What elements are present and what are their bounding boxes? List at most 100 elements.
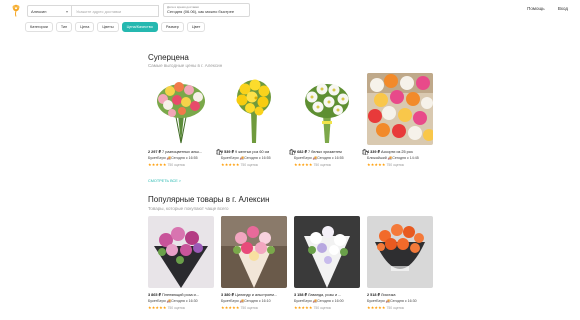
- product-name: 9 желтых роз 60 см: [235, 150, 270, 154]
- city-select[interactable]: Алексин ▾: [27, 5, 72, 17]
- shop-name[interactable]: БукетБери: [148, 299, 166, 303]
- filter-bar: Категории Тип Цена Цветы Цена/Качество Р…: [25, 22, 206, 32]
- login-link[interactable]: Вход: [558, 6, 568, 11]
- delivery-eta: Сегодня с 16:30: [171, 299, 198, 303]
- delivery-eta: Сегодня с 16:55: [171, 156, 198, 160]
- section-subtitle-popular: Товары, которые покупают чаще всего: [148, 206, 229, 211]
- delivery-eta: Сегодня с 16:30: [390, 299, 417, 303]
- header: Алексин ▾ Укажите адрес доставки Дата и …: [0, 0, 580, 19]
- product-name: 7 разноцветных альс...: [162, 150, 203, 154]
- filter-chip-price-quality[interactable]: Цена/Качество: [121, 22, 158, 32]
- flower-logo-icon[interactable]: [11, 4, 21, 17]
- product-shop-line: БукетБери 🚚Сегодня с 16:55: [221, 156, 287, 160]
- product-rating-line: ★★★★★ 750 оценок: [367, 305, 433, 310]
- city-value: Алексин: [31, 9, 47, 14]
- review-count: 750 оценок: [386, 306, 405, 310]
- filter-chip-price[interactable]: Цена: [75, 22, 95, 32]
- product-card[interactable]: 4 339 ₽ Ассорти из 25 роз Ближайший 🚚Сег…: [367, 73, 433, 167]
- delivery-eta: Сегодня с 16:10: [244, 299, 271, 303]
- shop-name[interactable]: БукетБери: [221, 299, 239, 303]
- product-photo[interactable]: [221, 216, 287, 288]
- product-rating-line: ★★★★★ 750 оценок: [367, 162, 433, 167]
- product-title-line: 2 539 ₽ 9 желтых роз 60 см: [221, 149, 287, 154]
- shop-name[interactable]: БукетБери: [221, 156, 239, 160]
- product-price: 2 297 ₽: [148, 150, 161, 154]
- filter-chip-size[interactable]: Размер: [160, 22, 184, 32]
- top-links: Помощь Вход: [515, 6, 568, 11]
- product-shop-line: БукетБери 🚚Сегодня с 16:00: [294, 299, 360, 303]
- product-name: 7 белых хризантем: [308, 150, 342, 154]
- delivery-value: Сегодня (06.06), как можно быстрее: [167, 9, 235, 14]
- product-photo[interactable]: [367, 73, 433, 145]
- product-shop-line: БукетБери 🚚Сегодня с 16:30: [148, 299, 214, 303]
- review-count: 750 оценок: [240, 306, 259, 310]
- filter-chip-type[interactable]: Тип: [55, 22, 73, 32]
- product-card[interactable]: 2 518 ₽ Лисичка БукетБери 🚚Сегодня с 16:…: [367, 216, 433, 310]
- product-card[interactable]: 3 865 ₽ Пленяющий роза и... БукетБери 🚚С…: [148, 216, 214, 310]
- star-rating: ★★★★★: [221, 306, 240, 310]
- product-rating-line: ★★★★★ 750 оценок: [148, 162, 214, 167]
- product-card[interactable]: 2 297 ₽ 7 разноцветных альс... БукетБери…: [148, 73, 223, 167]
- product-photo[interactable]: [148, 73, 214, 145]
- filter-chip-color[interactable]: Цвет: [186, 22, 206, 32]
- address-input[interactable]: Укажите адрес доставки: [72, 5, 159, 17]
- product-title-line: 3 865 ₽ Пленяющий роза и...: [148, 292, 214, 297]
- product-card[interactable]: 3 380 ₽ Цилиндр и альстроем... БукетБери…: [221, 216, 287, 310]
- product-rating-line: ★★★★★ 750 оценок: [294, 305, 360, 310]
- product-shop-line: БукетБери 🚚Сегодня с 16:10: [221, 299, 287, 303]
- product-title-line: 2 682 ₽ 7 белых хризантем: [294, 149, 360, 154]
- product-title-line: 2 518 ₽ Лисичка: [367, 292, 433, 297]
- product-photo[interactable]: [367, 216, 433, 288]
- product-photo[interactable]: [294, 73, 360, 145]
- shop-name[interactable]: Ближайший: [367, 156, 387, 160]
- product-title-line: 4 339 ₽ Ассорти из 25 роз: [367, 149, 433, 154]
- address-placeholder: Укажите адрес доставки: [76, 9, 122, 14]
- product-price: 3 865 ₽: [148, 293, 161, 297]
- shop-name[interactable]: БукетБери: [367, 299, 385, 303]
- review-count: 750 оценок: [240, 163, 259, 167]
- filter-chip-categories[interactable]: Категории: [25, 22, 53, 32]
- star-rating: ★★★★★: [367, 306, 386, 310]
- product-price: 4 339 ₽: [367, 150, 380, 154]
- product-shop-line: БукетБери 🚚Сегодня с 16:55: [294, 156, 360, 160]
- section-title-popular: Популярные товары в г. Алексин: [148, 195, 270, 204]
- product-title-line: 2 297 ₽ 7 разноцветных альс...: [148, 149, 214, 154]
- product-title-line: 3 380 ₽ Цилиндр и альстроем...: [221, 292, 287, 297]
- star-rating: ★★★★★: [294, 306, 313, 310]
- star-rating: ★★★★★: [221, 163, 240, 167]
- product-name: Лаванда, розы и ...: [308, 293, 342, 297]
- product-price: 3 158 ₽: [294, 293, 307, 297]
- product-price: 3 380 ₽: [221, 293, 234, 297]
- product-price: 2 682 ₽: [294, 150, 307, 154]
- delivery-time-select[interactable]: Дата и время доставки Сегодня (06.06), к…: [163, 3, 250, 17]
- shop-name[interactable]: БукетБери: [148, 156, 166, 160]
- product-rating-line: ★★★★★ 750 оценок: [148, 305, 214, 310]
- product-rating-line: ★★★★★ 750 оценок: [294, 162, 360, 167]
- delivery-eta: Сегодня с 16:55: [244, 156, 271, 160]
- product-photo[interactable]: [294, 216, 360, 288]
- product-photo[interactable]: [148, 216, 214, 288]
- product-rating-line: ★★★★★ 750 оценок: [221, 162, 287, 167]
- product-card[interactable]: 2 539 ₽ 9 желтых роз 60 см БукетБери 🚚Се…: [221, 73, 296, 167]
- product-card[interactable]: 3 158 ₽ Лаванда, розы и ... БукетБери 🚚С…: [294, 216, 360, 310]
- shop-name[interactable]: БукетБери: [294, 156, 312, 160]
- product-name: Ассорти из 25 роз: [381, 150, 413, 154]
- star-rating: ★★★★★: [148, 163, 167, 167]
- product-photo[interactable]: [221, 73, 287, 145]
- product-shop-line: БукетБери 🚚Сегодня с 16:30: [367, 299, 433, 303]
- filter-chip-flowers[interactable]: Цветы: [97, 22, 119, 32]
- review-count: 750 оценок: [386, 163, 405, 167]
- see-all-link[interactable]: СМОТРЕТЬ ВСЕ >: [148, 179, 181, 183]
- review-count: 750 оценок: [313, 163, 332, 167]
- section-subtitle-supercena: Самые выгодные цены в г. Алексин: [148, 63, 223, 68]
- star-rating: ★★★★★: [148, 306, 167, 310]
- section-title-supercena: Суперцена: [148, 53, 189, 62]
- star-rating: ★★★★★: [367, 163, 386, 167]
- shop-name[interactable]: БукетБери: [294, 299, 312, 303]
- delivery-eta: Сегодня с 16:55: [317, 156, 344, 160]
- review-count: 750 оценок: [313, 306, 332, 310]
- product-name: Лисичка: [381, 293, 396, 297]
- product-card[interactable]: 2 682 ₽ 7 белых хризантем БукетБери 🚚Сег…: [294, 73, 369, 167]
- product-shop-line: БукетБери 🚚Сегодня с 16:55: [148, 156, 214, 160]
- help-link[interactable]: Помощь: [527, 6, 544, 11]
